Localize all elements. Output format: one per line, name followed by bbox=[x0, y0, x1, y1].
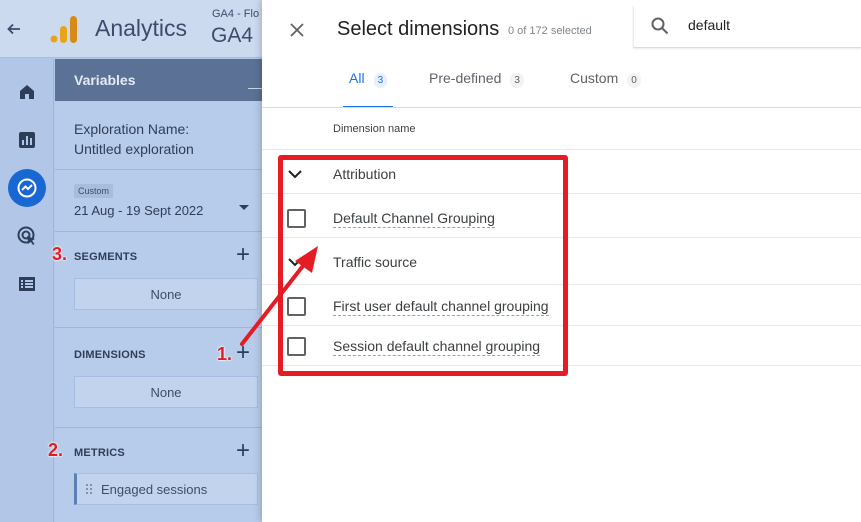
advertising-icon bbox=[17, 226, 35, 245]
add-segment-button[interactable]: + bbox=[236, 243, 250, 267]
dimensions-empty: None bbox=[74, 376, 258, 408]
search-box[interactable] bbox=[633, 6, 861, 48]
close-button[interactable] bbox=[285, 18, 309, 42]
divider bbox=[262, 193, 861, 194]
variables-panel: Variables Exploration Name: Untitled exp… bbox=[55, 59, 262, 522]
checkbox[interactable] bbox=[287, 209, 306, 228]
segments-title: SEGMENTS bbox=[74, 251, 138, 263]
analytics-logo-icon bbox=[50, 16, 77, 43]
divider bbox=[262, 284, 861, 285]
search-icon bbox=[651, 17, 669, 35]
chevron-down-icon[interactable] bbox=[288, 167, 302, 181]
arrow-back-icon bbox=[7, 23, 20, 35]
nav-explore[interactable] bbox=[8, 169, 46, 207]
app-title: Analytics bbox=[95, 15, 188, 41]
group-traffic-source[interactable]: Traffic source bbox=[333, 254, 417, 270]
tab-all-count: 3 bbox=[373, 73, 388, 88]
exploration-name-label: Exploration Name: bbox=[74, 121, 190, 137]
select-dimensions-dialog: Select dimensions 0 of 172 selected All 3… bbox=[262, 0, 861, 522]
divider bbox=[262, 237, 861, 238]
add-metric-button[interactable]: + bbox=[236, 439, 250, 463]
nav-configure[interactable] bbox=[8, 265, 46, 303]
back-button[interactable] bbox=[0, 0, 28, 58]
add-dimension-button[interactable]: + bbox=[236, 341, 250, 365]
analytics-app-background: Analytics GA4 - Flo GA4 Variables Explor… bbox=[0, 0, 262, 522]
tab-pre-defined[interactable]: Pre-defined 3 bbox=[429, 70, 524, 108]
tab-custom[interactable]: Custom 0 bbox=[570, 70, 641, 108]
drag-handle-icon[interactable] bbox=[85, 483, 93, 495]
nav-reports[interactable] bbox=[8, 121, 46, 159]
date-range-value[interactable]: 21 Aug - 19 Sept 2022 bbox=[74, 203, 203, 218]
chevron-down-icon[interactable] bbox=[288, 255, 302, 269]
nav-advertising[interactable] bbox=[8, 217, 46, 255]
divider bbox=[55, 427, 262, 428]
divider bbox=[262, 325, 861, 326]
step-number-3: 3. bbox=[52, 244, 68, 264]
home-icon bbox=[20, 85, 34, 99]
checkbox[interactable] bbox=[287, 297, 306, 316]
divider bbox=[55, 327, 262, 328]
close-icon bbox=[290, 23, 304, 37]
step-number-1: 1. bbox=[217, 344, 233, 364]
metric-chip-label: Engaged sessions bbox=[101, 481, 208, 497]
metric-chip[interactable]: Engaged sessions bbox=[74, 473, 258, 505]
divider bbox=[55, 231, 262, 232]
date-range-badge: Custom bbox=[74, 184, 114, 198]
metrics-title: METRICS bbox=[74, 447, 125, 459]
divider bbox=[262, 365, 861, 366]
search-input[interactable] bbox=[688, 17, 848, 33]
dimension-item-session-default-channel-grouping[interactable]: Session default channel grouping bbox=[333, 338, 541, 356]
exploration-name-value[interactable]: Untitled exploration bbox=[74, 141, 194, 157]
column-header: Dimension name bbox=[333, 123, 416, 135]
group-attribution[interactable]: Attribution bbox=[333, 166, 396, 182]
property-name[interactable]: GA4 - Flo bbox=[212, 8, 259, 20]
tab-pre-defined-count: 3 bbox=[510, 73, 524, 88]
left-navigation bbox=[0, 59, 54, 522]
variables-header: Variables bbox=[55, 59, 262, 101]
explore-icon bbox=[17, 178, 37, 198]
tab-all-label: All bbox=[349, 70, 365, 86]
tab-all[interactable]: All 3 bbox=[343, 70, 394, 108]
reports-icon bbox=[19, 132, 35, 148]
divider bbox=[55, 169, 262, 170]
selected-count: 0 of 172 selected bbox=[508, 25, 592, 37]
divider bbox=[262, 149, 861, 150]
tab-custom-label: Custom bbox=[570, 70, 619, 86]
top-bar: Analytics GA4 - Flo GA4 bbox=[0, 0, 262, 58]
property-label[interactable]: GA4 bbox=[211, 24, 253, 48]
tab-pre-defined-label: Pre-defined bbox=[429, 70, 502, 86]
minimize-line[interactable] bbox=[248, 88, 262, 89]
dialog-title: Select dimensions bbox=[337, 18, 500, 40]
tabs-divider bbox=[262, 107, 861, 108]
dimension-item-first-user-default-channel-grouping[interactable]: First user default channel grouping bbox=[333, 298, 549, 316]
dimension-item-default-channel-grouping[interactable]: Default Channel Grouping bbox=[333, 210, 495, 228]
dimensions-title: DIMENSIONS bbox=[74, 349, 146, 361]
tab-custom-count: 0 bbox=[627, 73, 641, 88]
segments-empty: None bbox=[74, 278, 258, 310]
checkbox[interactable] bbox=[287, 337, 306, 356]
step-number-2: 2. bbox=[48, 440, 64, 460]
chevron-down-icon[interactable] bbox=[239, 205, 249, 210]
configure-icon bbox=[19, 277, 35, 291]
nav-home[interactable] bbox=[8, 73, 46, 111]
